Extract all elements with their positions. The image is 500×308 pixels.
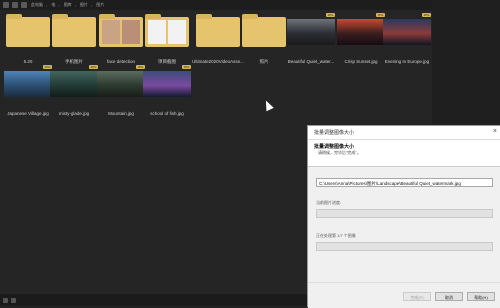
- top-toolbar: 此电脑 › 电 › 图库 › 图片 › 图片: [0, 0, 432, 10]
- image-thumbnail: [337, 13, 385, 47]
- image-thumbnail: [4, 65, 52, 99]
- dialog-heading: 批量调整图像大小: [314, 144, 355, 150]
- finish-button[interactable]: 完成(F): [403, 292, 431, 301]
- back-icon[interactable]: [3, 2, 9, 8]
- dialog-footer: 完成(F) 取消 帮助(H): [308, 282, 500, 308]
- current-progress-bar: [316, 209, 493, 218]
- forward-icon[interactable]: [12, 2, 18, 8]
- file-name: 5.20: [23, 59, 33, 64]
- breadcrumb-item[interactable]: 图片: [80, 2, 88, 8]
- file-name: Evening In Europe.jpg: [384, 59, 430, 64]
- file-name: face detection: [106, 59, 136, 64]
- breadcrumb-item[interactable]: 图片: [96, 2, 104, 8]
- file-name: Mountain.jpg: [108, 111, 134, 116]
- file-name: misty-glade.jpg: [58, 111, 90, 116]
- breadcrumb-item[interactable]: 电: [51, 2, 55, 8]
- file-name: Ultimate2020VideoAsse...: [192, 59, 244, 64]
- breadcrumb-item[interactable]: 此电脑: [31, 2, 43, 8]
- grid-view-icon[interactable]: [11, 297, 16, 303]
- dialog-header: 批量调整图像大小 请稍候，完毕后"完成"。: [308, 140, 500, 167]
- image-thumbnail: [287, 13, 335, 47]
- jpg-badge: JPG: [422, 13, 431, 17]
- breadcrumb-separator: ›: [58, 2, 60, 8]
- total-progress-label: 正在处理第 1/7 个图像: [316, 233, 356, 238]
- folder-icon: [50, 13, 98, 47]
- breadcrumb-item[interactable]: 图库: [64, 2, 72, 8]
- file-name: school of fish.jpg: [150, 111, 184, 116]
- current-progress-label: 当前图片进度:: [316, 200, 342, 205]
- file-name: Crisp Sunset.jpg: [344, 59, 378, 64]
- cancel-button[interactable]: 取消: [435, 292, 463, 301]
- jpg-badge: JPG: [326, 13, 335, 17]
- total-progress-bar: [316, 242, 493, 251]
- image-thumbnail: [383, 13, 431, 47]
- current-file-path-field: C:\Users\Anna\Pictures\图片\Landscape\Beau…: [316, 178, 493, 187]
- dialog-titlebar: 批量调整图像大小 ×: [308, 126, 500, 140]
- close-icon[interactable]: ×: [493, 128, 497, 135]
- batch-resize-dialog: 批量调整图像大小 × 批量调整图像大小 请稍候，完毕后"完成"。 C:\User…: [307, 125, 500, 308]
- right-pane: [432, 0, 500, 124]
- jpg-badge: JPG: [182, 65, 191, 69]
- file-name: 照片: [259, 59, 269, 64]
- view-toggle-icon[interactable]: [3, 297, 8, 303]
- folder-icon: [4, 13, 52, 47]
- image-thumbnail: [143, 65, 191, 99]
- breadcrumb-separator: ›: [91, 2, 93, 8]
- image-thumbnail: [97, 65, 145, 99]
- dialog-title: 批量调整图像大小: [314, 130, 355, 136]
- help-button[interactable]: 帮助(H): [467, 292, 495, 301]
- dialog-subheading: 请稍候，完毕后"完成"。: [318, 150, 361, 155]
- folder-icon: [240, 13, 288, 47]
- folder-icon: [143, 13, 191, 47]
- folder-icon: [97, 13, 145, 47]
- file-name: Japanese Village.jpg: [7, 111, 49, 116]
- folder-icon: [194, 13, 242, 47]
- file-name: Beautiful Quiet_water...: [287, 59, 335, 64]
- image-thumbnail: [50, 65, 98, 99]
- up-icon[interactable]: [21, 2, 27, 8]
- breadcrumb-separator: ›: [74, 2, 77, 8]
- breadcrumb-separator: ›: [46, 2, 48, 8]
